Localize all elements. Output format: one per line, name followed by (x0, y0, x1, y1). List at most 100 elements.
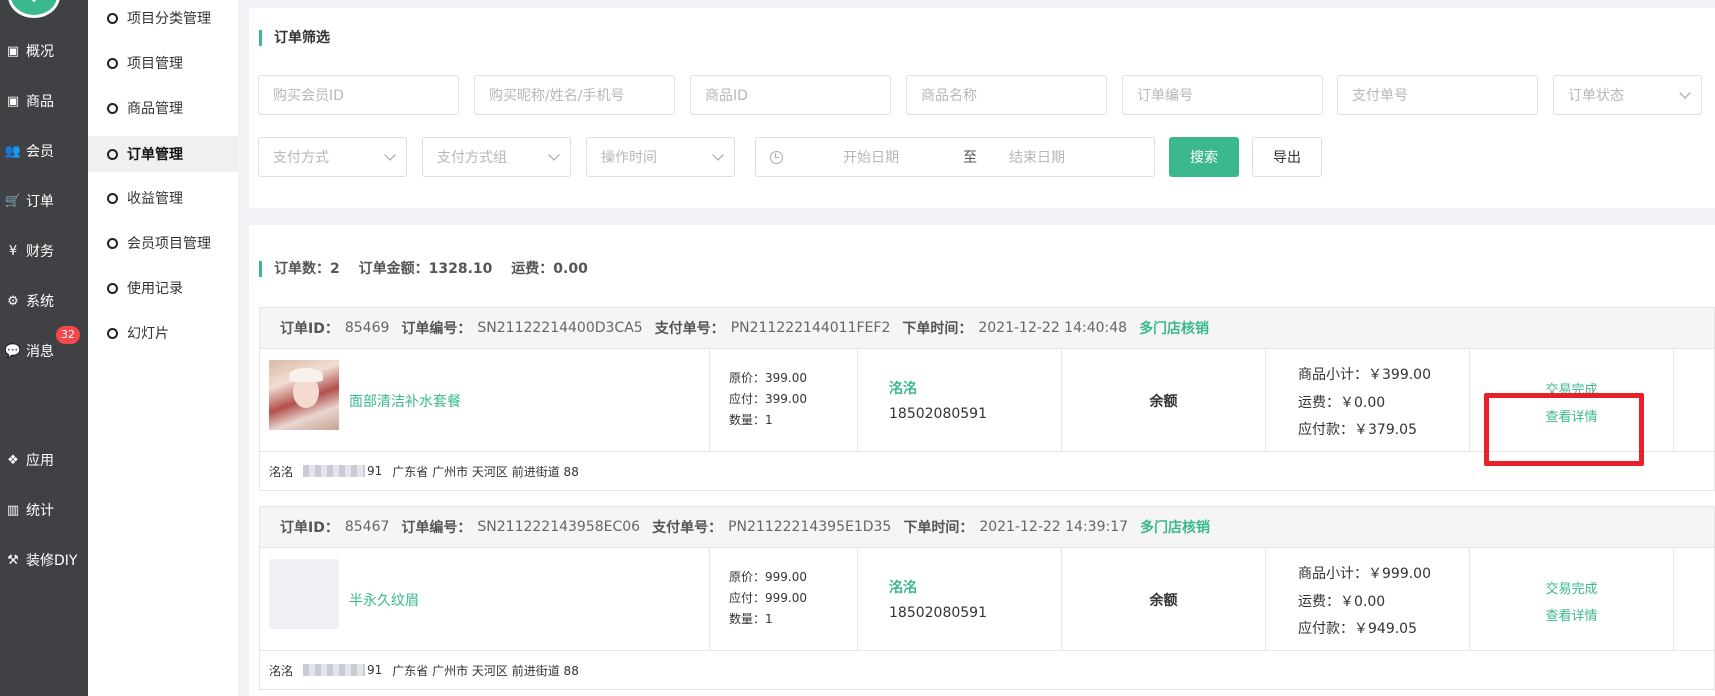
nav-label: 商品 (26, 94, 54, 110)
order-status-select[interactable]: 订单状态 (1553, 75, 1702, 115)
pay-method-select[interactable]: 支付方式 (258, 137, 407, 177)
nav-item-finance[interactable]: ¥ 财务 (0, 233, 88, 269)
pay-no-label: 支付单号： (654, 321, 725, 337)
pay-no-label: 支付单号： (652, 520, 723, 536)
operation-time-select[interactable]: 操作时间 (586, 137, 735, 177)
payable: 应付款：￥949.05 (1298, 621, 1417, 637)
order-sn: SN21122214400D3CA5 (477, 320, 643, 336)
highlight-annotation (1484, 393, 1644, 466)
nav-item-goods[interactable]: ▣ 商品 (0, 83, 88, 119)
hammer-icon: ⚒ (7, 552, 19, 568)
subnav-item-project-category[interactable]: 项目分类管理 (88, 0, 238, 36)
order-id-label: 订单ID： (280, 520, 339, 536)
nav-item-system[interactable]: ⚙ 系统 (0, 283, 88, 319)
pay-number-input[interactable]: 支付单号 (1337, 75, 1538, 115)
export-button[interactable]: 导出 (1252, 137, 1322, 177)
payable: 应付款：￥379.05 (1298, 422, 1417, 438)
goods-name-link[interactable]: 面部清洁补水套餐 (349, 391, 461, 411)
placeholder: 商品名称 (921, 88, 977, 104)
goods-cell: 半永久纹眉 (260, 548, 710, 651)
paytype-cell: 余额 (1062, 548, 1266, 651)
nav-item-members[interactable]: 👥 会员 (0, 133, 88, 169)
nav-label: 概况 (26, 44, 54, 60)
order-number-input[interactable]: 订单编号 (1122, 75, 1323, 115)
circle-icon (107, 102, 118, 114)
order-count: 订单数：2 (274, 261, 340, 277)
order-sn-label: 订单编号： (401, 520, 472, 536)
yen-icon: ¥ (8, 243, 18, 259)
nav-item-stats[interactable]: ▥ 统计 (0, 492, 88, 528)
pay-no: PN211222144011FEF2 (730, 320, 891, 336)
subnav-label: 项目分类管理 (127, 11, 211, 27)
nav-item-diy[interactable]: ⚒ 装修DIY (0, 542, 88, 578)
placeholder: 购买会员ID (273, 88, 344, 104)
search-button[interactable]: 搜索 (1169, 137, 1239, 177)
logo[interactable] (8, 0, 60, 18)
subnav-item-earnings[interactable]: 收益管理 (88, 180, 238, 216)
goods-name-link[interactable]: 半永久纹眉 (349, 590, 419, 610)
archive-icon: ▣ (6, 43, 20, 59)
nav-item-apps[interactable]: ❖ 应用 (0, 442, 88, 478)
goods-thumbnail[interactable] (269, 360, 339, 430)
order-id: 85467 (344, 519, 390, 535)
subnav-item-goods[interactable]: 商品管理 (88, 90, 238, 126)
subnav-item-slides[interactable]: 幻灯片 (88, 315, 238, 351)
order-freight: 运费：0.00 (511, 261, 588, 277)
nav-label: 系统 (26, 294, 54, 310)
subnav-label: 使用记录 (127, 281, 183, 297)
pay-group-select[interactable]: 支付方式组 (422, 137, 571, 177)
subnav-item-project[interactable]: 项目管理 (88, 45, 238, 81)
subnav-label: 项目管理 (127, 56, 183, 72)
date-range-picker[interactable]: 开始日期 至 结束日期 (755, 137, 1155, 177)
goods-thumbnail[interactable] (269, 559, 339, 629)
order-card: 订单ID： 85467 订单编号： SN211222143958EC06 支付单号：… (259, 506, 1715, 690)
order-id: 85469 (344, 320, 390, 336)
buyer-name-link[interactable]: 洺洺 (889, 577, 917, 597)
subnav-label: 商品管理 (127, 101, 183, 117)
goods-id-input[interactable]: 商品ID (690, 75, 891, 115)
price-pay: 应付：999.00 (729, 591, 807, 605)
nav-item-orders[interactable]: 🛒 订单 (0, 183, 88, 219)
circle-icon (107, 237, 118, 249)
subnav-item-orders[interactable]: 订单管理 (88, 136, 238, 172)
subnav-label: 订单管理 (127, 147, 183, 163)
circle-icon (107, 57, 118, 69)
receiver-phone-tail: 91 (367, 464, 383, 478)
nav-label: 统计 (26, 503, 54, 519)
pay-no: PN21122214395E1D35 (728, 519, 892, 535)
placeholder: 支付单号 (1352, 88, 1408, 104)
comment-icon: 💬 (4, 343, 22, 359)
buyer-name-link[interactable]: 洺洺 (889, 378, 917, 398)
member-name-input[interactable]: 购买昵称/姓名/手机号 (474, 75, 675, 115)
price-cell: 原价：399.00 应付：399.00 数量：1 (710, 349, 858, 452)
paytype-cell: 余额 (1062, 349, 1266, 452)
view-detail-link[interactable]: 查看详情 (1470, 603, 1673, 630)
circle-icon (107, 148, 118, 160)
goods-name-input[interactable]: 商品名称 (906, 75, 1107, 115)
subnav-item-member-projects[interactable]: 会员项目管理 (88, 225, 238, 261)
freight: 运费：￥0.00 (1298, 394, 1386, 411)
nav-item-overview[interactable]: ▣ 概况 (0, 33, 88, 69)
goods-cell: 面部清洁补水套餐 (260, 349, 710, 452)
order-address: 洺洺 91 广东省 广州市 天河区 前进街道 88 (260, 651, 1714, 689)
buyer-cell: 洺洺 18502080591 (858, 548, 1062, 651)
buyer-phone: 18502080591 (889, 605, 987, 621)
placeholder: 购买昵称/姓名/手机号 (489, 88, 625, 104)
order-status: 交易完成 (1545, 582, 1598, 597)
member-id-input[interactable]: 购买会员ID (258, 75, 459, 115)
order-sn: SN211222143958EC06 (477, 519, 641, 535)
price-original: 原价：399.00 (729, 371, 807, 385)
order-id-label: 订单ID： (280, 321, 339, 337)
pay-type: 余额 (1149, 593, 1178, 609)
buyer-phone: 18502080591 (889, 406, 987, 422)
status-cell: 交易完成 查看详情 (1470, 548, 1674, 651)
order-time-label: 下单时间： (902, 321, 973, 337)
placeholder: 支付方式 (273, 150, 329, 166)
sub-sidebar: 项目分类管理 项目管理 商品管理 订单管理 收益管理 会员项目管理 使用记录 幻… (88, 0, 238, 696)
order-type-tag: 多门店核销 (1140, 520, 1211, 536)
order-time-label: 下单时间： (903, 520, 974, 536)
order-time: 2021-12-22 14:39:17 (979, 519, 1129, 535)
order-amount: 订单金额：1328.10 (358, 261, 493, 277)
goods-subtotal: 商品小计：￥399.00 (1298, 367, 1431, 383)
subnav-item-usage-records[interactable]: 使用记录 (88, 270, 238, 306)
